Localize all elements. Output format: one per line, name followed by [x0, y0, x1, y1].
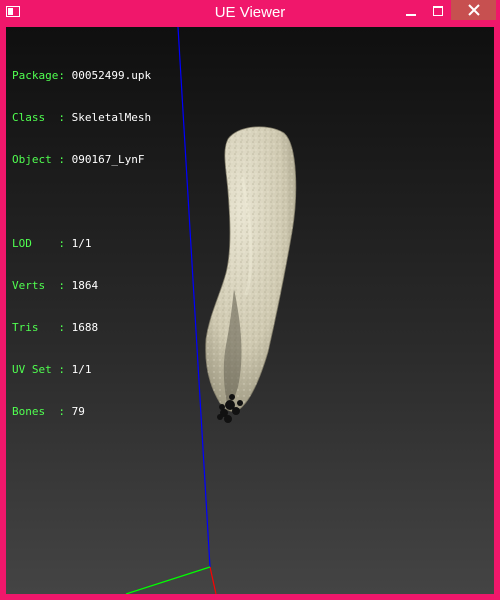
x-axis-line — [209, 566, 217, 594]
info-package: Package: 00052499.upk — [12, 69, 151, 83]
info-value: 1/1 — [71, 237, 92, 250]
window-app-icon[interactable] — [6, 6, 20, 17]
info-value: 1864 — [71, 279, 99, 292]
info-value: 090167_LynF — [71, 153, 145, 166]
close-icon — [467, 4, 480, 16]
info-object: Object : 090167_LynF — [12, 153, 151, 167]
title-bar[interactable]: UE Viewer — [0, 0, 500, 26]
info-label: Class : — [12, 111, 65, 124]
info-value: SkeletalMesh — [71, 111, 152, 124]
info-value: 1/1 — [71, 363, 92, 376]
maximize-icon — [433, 6, 443, 16]
info-value: 00052499.upk — [71, 69, 152, 82]
info-value: 79 — [71, 405, 85, 418]
info-uvset: UV Set : 1/1 — [12, 363, 151, 377]
info-label: UV Set : — [12, 363, 65, 376]
close-button[interactable] — [451, 0, 496, 20]
mesh-info-panel: Package: 00052499.upk Class : SkeletalMe… — [12, 41, 151, 447]
info-lod: LOD : 1/1 — [12, 237, 151, 251]
skeletal-mesh — [205, 126, 297, 423]
y-axis-line — [177, 27, 211, 568]
info-label: Verts : — [12, 279, 65, 292]
minimize-icon — [406, 14, 416, 16]
info-label: Package: — [12, 69, 65, 82]
info-bones: Bones : 79 — [12, 405, 151, 419]
maximize-button[interactable] — [424, 0, 452, 22]
3d-viewport[interactable]: Package: 00052499.upk Class : SkeletalMe… — [6, 27, 494, 594]
info-label: Object : — [12, 153, 65, 166]
z-axis-line — [125, 566, 211, 594]
info-label: Tris : — [12, 321, 65, 334]
info-label: LOD : — [12, 237, 65, 250]
minimize-button[interactable] — [397, 0, 425, 22]
info-verts: Verts : 1864 — [12, 279, 151, 293]
info-label: Bones : — [12, 405, 65, 418]
info-class: Class : SkeletalMesh — [12, 111, 151, 125]
info-value: 1688 — [71, 321, 99, 334]
app-window: UE Viewer Package: 00052499.upk Class: … — [0, 0, 500, 600]
info-tris: Tris : 1688 — [12, 321, 151, 335]
